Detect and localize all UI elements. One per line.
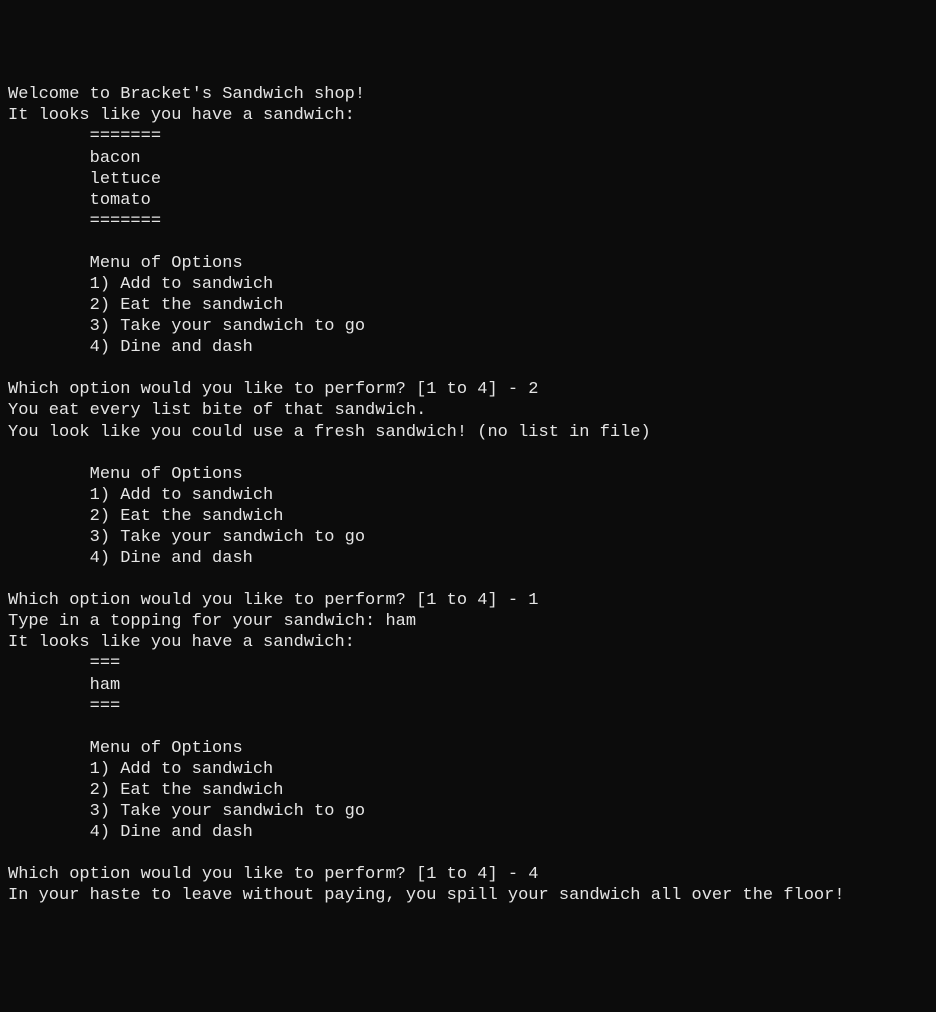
indent xyxy=(8,802,90,821)
indent xyxy=(8,760,90,779)
menu-option-3: 3) Take your sandwich to go xyxy=(90,802,365,821)
sandwich-border-top: ======= xyxy=(90,127,161,146)
option-prompt: Which option would you like to perform? … xyxy=(8,591,528,610)
option-prompt: Which option would you like to perform? … xyxy=(8,865,528,884)
menu-option-2: 2) Eat the sandwich xyxy=(90,296,284,315)
sandwich-topping: tomato xyxy=(90,191,151,210)
indent xyxy=(8,528,90,547)
menu-option-1: 1) Add to sandwich xyxy=(90,486,274,505)
indent xyxy=(8,486,90,505)
sandwich-topping: ham xyxy=(90,676,121,695)
menu-option-4: 4) Dine and dash xyxy=(90,823,253,842)
indent xyxy=(8,191,90,210)
indent xyxy=(8,654,90,673)
terminal-output: Welcome to Bracket's Sandwich shop! It l… xyxy=(8,84,928,906)
sandwich-topping: lettuce xyxy=(90,170,161,189)
topping-prompt: Type in a topping for your sandwich: xyxy=(8,612,385,631)
indent xyxy=(8,275,90,294)
menu-option-2: 2) Eat the sandwich xyxy=(90,781,284,800)
menu-option-3: 3) Take your sandwich to go xyxy=(90,317,365,336)
indent xyxy=(8,697,90,716)
menu-header: Menu of Options xyxy=(90,254,243,273)
indent xyxy=(8,549,90,568)
indent xyxy=(8,170,90,189)
eat-message: You eat every list bite of that sandwich… xyxy=(8,401,426,420)
menu-option-3: 3) Take your sandwich to go xyxy=(90,528,365,547)
indent xyxy=(8,317,90,336)
menu-header: Menu of Options xyxy=(90,465,243,484)
sandwich-topping: bacon xyxy=(90,149,141,168)
menu-option-2: 2) Eat the sandwich xyxy=(90,507,284,526)
have-sandwich-line: It looks like you have a sandwich: xyxy=(8,106,355,125)
indent xyxy=(8,338,90,357)
menu-option-4: 4) Dine and dash xyxy=(90,338,253,357)
menu-option-4: 4) Dine and dash xyxy=(90,549,253,568)
indent xyxy=(8,781,90,800)
user-input[interactable]: 2 xyxy=(528,380,538,399)
indent xyxy=(8,739,90,758)
indent xyxy=(8,296,90,315)
sandwich-border-bottom: === xyxy=(90,697,121,716)
indent xyxy=(8,254,90,273)
fresh-message: You look like you could use a fresh sand… xyxy=(8,423,651,442)
menu-option-1: 1) Add to sandwich xyxy=(90,760,274,779)
sandwich-border-top: === xyxy=(90,654,121,673)
option-prompt: Which option would you like to perform? … xyxy=(8,380,528,399)
dash-message: In your haste to leave without paying, y… xyxy=(8,886,845,905)
indent xyxy=(8,507,90,526)
indent xyxy=(8,149,90,168)
user-input[interactable]: 1 xyxy=(528,591,538,610)
indent xyxy=(8,465,90,484)
menu-option-1: 1) Add to sandwich xyxy=(90,275,274,294)
welcome-line: Welcome to Bracket's Sandwich shop! xyxy=(8,85,365,104)
user-input[interactable]: ham xyxy=(385,612,416,631)
indent xyxy=(8,676,90,695)
indent xyxy=(8,823,90,842)
user-input[interactable]: 4 xyxy=(528,865,538,884)
indent xyxy=(8,127,90,146)
sandwich-border-bottom: ======= xyxy=(90,212,161,231)
indent xyxy=(8,212,90,231)
menu-header: Menu of Options xyxy=(90,739,243,758)
have-sandwich-line: It looks like you have a sandwich: xyxy=(8,633,355,652)
